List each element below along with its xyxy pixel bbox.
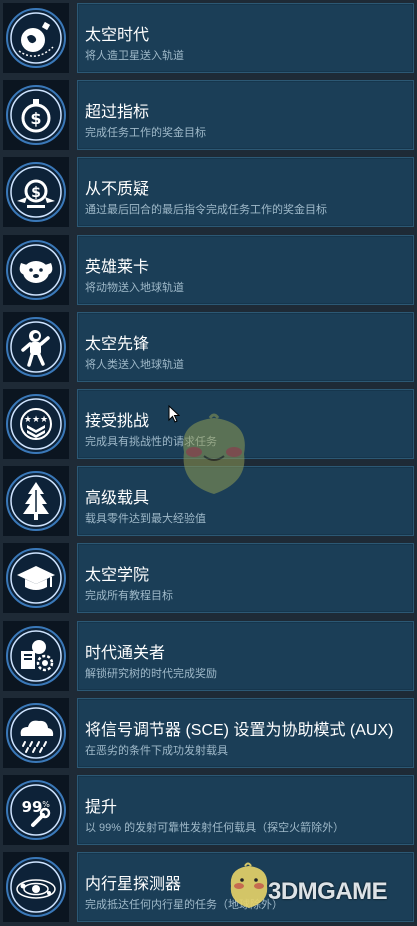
rank-stars-icon: ★★★ bbox=[6, 393, 66, 454]
achievement-title: 接受挑战 bbox=[85, 412, 150, 430]
achievement-badge bbox=[3, 697, 69, 768]
achievement-desc: 在恶劣的条件下成功发射载具 bbox=[85, 744, 228, 757]
achievement-title: 太空学院 bbox=[85, 567, 150, 585]
achievement-badge: $ bbox=[3, 157, 69, 228]
achievement-desc: 将人类送入地球轨道 bbox=[85, 358, 184, 371]
rocket-tree-icon bbox=[6, 471, 66, 532]
watermark-text: 3DMGAME bbox=[268, 878, 388, 905]
achievement-title: 内行星探测器 bbox=[85, 876, 182, 894]
achievement-desc: 载具零件达到最大经验值 bbox=[85, 513, 206, 526]
achievement-title: 太空先锋 bbox=[85, 335, 150, 353]
watermark-mascot-icon bbox=[230, 862, 268, 908]
achievement-title: 超过指标 bbox=[85, 104, 150, 122]
achievement-panel: 提升 以 99% 的发射可靠性发射任何载具（探空火箭除外） bbox=[77, 774, 414, 845]
achievement-badge bbox=[3, 3, 69, 73]
achievement-panel: 从不质疑 通过最后回合的最后指令完成任务工作的奖金目标 bbox=[77, 157, 414, 228]
achievement-badge: ★★★ bbox=[3, 388, 69, 459]
solar-system-icon bbox=[6, 857, 66, 918]
achievement-title: 高级载具 bbox=[85, 490, 150, 508]
achievement-desc: 完成任务工作的奖金目标 bbox=[85, 127, 206, 140]
achievement-row[interactable]: 时代通关者 解锁研究树的时代完成奖励 bbox=[0, 618, 417, 695]
achievement-badge: $ bbox=[3, 80, 69, 151]
svg-text:%: % bbox=[42, 800, 50, 809]
achievement-panel: 时代通关者 解锁研究树的时代完成奖励 bbox=[77, 620, 414, 691]
achievement-panel: 将信号调节器 (SCE) 设置为协助模式 (AUX) 在恶劣的条件下成功发射载具 bbox=[77, 697, 414, 768]
achievement-title: 将信号调节器 (SCE) 设置为协助模式 (AUX) bbox=[85, 721, 394, 739]
dollar-wings-icon: $ bbox=[6, 162, 66, 223]
achievement-title: 提升 bbox=[85, 798, 118, 816]
achievement-title: 英雄莱卡 bbox=[85, 258, 150, 276]
dollar-stopwatch-icon: $ bbox=[6, 85, 66, 146]
achievement-badge bbox=[3, 620, 69, 691]
achievement-panel: 太空学院 完成所有教程目标 bbox=[77, 543, 414, 614]
achievement-panel: 超过指标 完成任务工作的奖金目标 bbox=[77, 80, 414, 151]
achievement-title: 从不质疑 bbox=[85, 181, 150, 199]
achievement-panel: 英雄莱卡 将动物送入地球轨道 bbox=[77, 234, 414, 305]
achievement-desc: 将动物送入地球轨道 bbox=[85, 281, 184, 294]
achievement-panel: 太空先锋 将人类送入地球轨道 bbox=[77, 311, 414, 382]
mascot-watermark-icon bbox=[183, 413, 245, 494]
achievement-row[interactable]: 太空先锋 将人类送入地球轨道 bbox=[0, 309, 417, 386]
achievement-row[interactable]: $ 超过指标 完成任务工作的奖金目标 bbox=[0, 77, 417, 154]
satellite-earth-icon bbox=[6, 8, 66, 68]
svg-text:99: 99 bbox=[22, 798, 43, 816]
achievement-badge bbox=[3, 311, 69, 382]
achievement-badge bbox=[3, 234, 69, 305]
achievement-row[interactable]: 太空时代 将人造卫星送入轨道 bbox=[0, 0, 417, 77]
astronaut-icon bbox=[6, 316, 66, 377]
achievement-title: 太空时代 bbox=[85, 27, 150, 44]
dog-icon bbox=[6, 239, 66, 300]
achievement-row[interactable]: 太空学院 完成所有教程目标 bbox=[0, 540, 417, 617]
achievement-badge: 99 % bbox=[3, 774, 69, 845]
achievement-row[interactable]: 99 % 提升 以 99% 的发射可靠性发射任何载具（探空火箭除外） bbox=[0, 772, 417, 849]
wrench-99-icon: 99 % bbox=[6, 779, 66, 840]
achievement-row[interactable]: 将信号调节器 (SCE) 设置为协助模式 (AUX) 在恶劣的条件下成功发射载具 bbox=[0, 695, 417, 772]
achievement-desc: 通过最后回合的最后指令完成任务工作的奖金目标 bbox=[85, 204, 327, 217]
storm-cloud-icon bbox=[6, 702, 66, 763]
svg-text:★★★: ★★★ bbox=[24, 415, 48, 425]
achievement-badge bbox=[3, 466, 69, 537]
achievement-badge bbox=[3, 543, 69, 614]
graduation-cap-icon bbox=[6, 548, 66, 609]
svg-text:$: $ bbox=[31, 185, 41, 201]
achievement-badge bbox=[3, 852, 69, 923]
achievement-row[interactable]: 英雄莱卡 将动物送入地球轨道 bbox=[0, 232, 417, 309]
achievement-row[interactable]: $ 从不质疑 通过最后回合的最后指令完成任务工作的奖金目标 bbox=[0, 154, 417, 231]
achievement-desc: 完成所有教程目标 bbox=[85, 590, 173, 603]
svg-text:$: $ bbox=[30, 109, 41, 128]
achievement-desc: 以 99% 的发射可靠性发射任何载具（探空火箭除外） bbox=[85, 821, 345, 834]
achievement-title: 时代通关者 bbox=[85, 644, 166, 662]
achievement-desc: 将人造卫星送入轨道 bbox=[85, 50, 184, 62]
achievement-desc: 解锁研究树的时代完成奖励 bbox=[85, 667, 217, 680]
achievement-panel: 太空时代 将人造卫星送入轨道 bbox=[77, 3, 414, 73]
research-tree-icon bbox=[6, 625, 66, 686]
